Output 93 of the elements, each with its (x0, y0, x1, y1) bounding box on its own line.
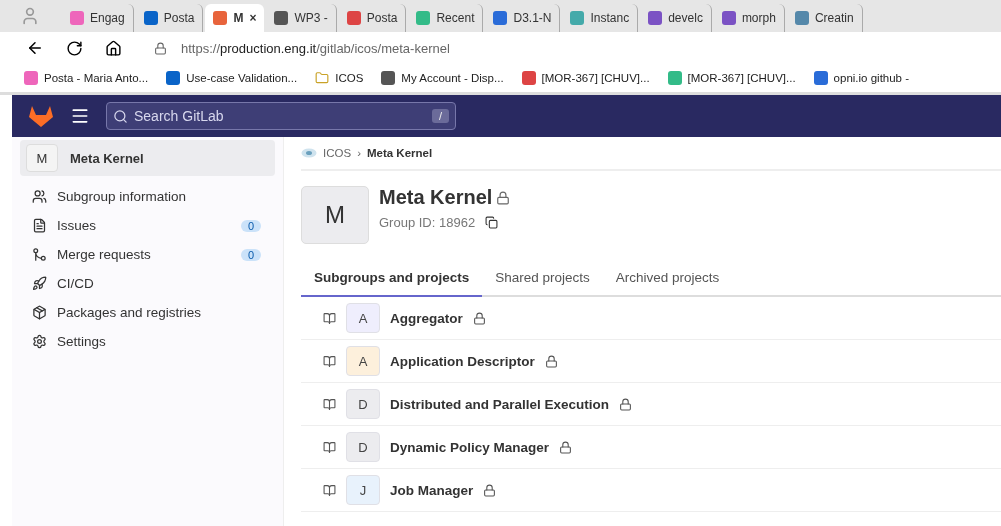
bookmark[interactable]: Use-case Validation... (166, 71, 298, 85)
bookmark[interactable]: [MOR-367] [CHUV]... (667, 71, 796, 85)
sidebar-group[interactable]: M Meta Kernel (20, 140, 275, 176)
menu-icon[interactable] (70, 106, 90, 126)
breadcrumb-current: Meta Kernel (366, 147, 433, 159)
tab[interactable]: Archived projects (602, 259, 733, 297)
url-text: https://production.eng.it/gitlab/icos/meta-kernel (181, 40, 450, 56)
project-name[interactable]: Job Manager (390, 482, 474, 498)
shortcut-key: / (431, 109, 449, 123)
lock-icon (472, 311, 486, 325)
search-icon (113, 108, 128, 124)
site-icon (274, 11, 289, 25)
sidebar-label: Issues (57, 218, 97, 233)
sidebar-item[interactable]: Packages and registries (20, 298, 275, 327)
folder-icon (315, 71, 330, 85)
site-icon (213, 11, 228, 25)
package-icon (32, 305, 47, 320)
site-icon (667, 71, 682, 85)
book-icon (323, 483, 336, 497)
reload-icon[interactable] (66, 39, 83, 57)
project-name[interactable]: Distributed and Parallel Execution (390, 396, 610, 412)
lock-icon (483, 483, 497, 497)
breadcrumb-link[interactable]: ICOS (323, 147, 352, 159)
rocket-icon (32, 276, 47, 291)
bookmark[interactable]: My Account - Disp... (381, 71, 504, 85)
sidebar-item[interactable]: Issues 0 (20, 211, 275, 240)
group-title: Meta Kernel (379, 186, 493, 209)
count-badge: 0 (240, 248, 261, 261)
tab[interactable]: Shared projects (482, 259, 603, 297)
sidebar-item[interactable]: Subgroup information (20, 182, 275, 211)
project-name[interactable]: Dynamic Policy Manager (390, 439, 550, 455)
lock-icon (154, 41, 167, 55)
site-icon (493, 11, 508, 25)
sidebar-label: Settings (57, 334, 106, 349)
lock-icon (544, 354, 558, 368)
browser-tab[interactable]: M × (205, 4, 265, 32)
project-name[interactable]: Aggregator (390, 310, 463, 326)
bookmark[interactable]: opni.io github - (813, 71, 910, 85)
site-icon (24, 71, 38, 85)
address-bar[interactable]: https://production.eng.it/gitlab/icos/meta-kernel (144, 35, 1001, 61)
group-avatar: M (301, 186, 369, 244)
site-icon (143, 11, 158, 25)
site-icon (813, 71, 828, 85)
project-avatar: A (346, 303, 380, 333)
project-avatar: J (346, 475, 380, 505)
lock-icon (559, 440, 573, 454)
count-badge: 0 (240, 219, 261, 232)
group-id: Group ID: 18962 (379, 215, 476, 230)
sidebar-item[interactable]: CI/CD (20, 269, 275, 298)
book-icon (323, 311, 336, 325)
close-button[interactable]: × (249, 11, 257, 25)
book-icon (323, 397, 336, 411)
site-icon (721, 11, 736, 25)
merge-icon (32, 247, 47, 262)
group-avatar: M (26, 144, 58, 172)
site-icon (346, 11, 361, 25)
sidebar-item[interactable]: Settings (20, 327, 275, 356)
search-field[interactable]: Search GitLab / (106, 102, 456, 130)
home-icon[interactable] (105, 39, 122, 57)
sidebar-item[interactable]: Merge requests 0 (20, 240, 275, 269)
sidebar-label: CI/CD (57, 276, 94, 291)
site-icon (70, 11, 84, 25)
settings-icon (32, 334, 47, 349)
bookmark[interactable]: ICOS (315, 71, 364, 85)
fox-logo[interactable] (28, 104, 54, 128)
site-icon (381, 71, 396, 85)
sidebar-label: Merge requests (57, 247, 151, 262)
site-icon (794, 11, 809, 25)
people-icon (32, 189, 47, 204)
site-icon (521, 71, 536, 85)
lock-icon (496, 190, 511, 205)
copy-icon[interactable] (485, 216, 499, 229)
site-icon (416, 11, 431, 25)
book-icon (323, 354, 336, 368)
breadcrumb-separator: › (357, 147, 361, 159)
group-name: Meta Kernel (70, 150, 144, 166)
project-name[interactable]: Application Descriptor (390, 353, 535, 369)
site-icon (570, 11, 585, 25)
document-icon (32, 218, 47, 233)
project-avatar: A (346, 346, 380, 376)
site-icon (648, 11, 663, 25)
book-icon (323, 440, 336, 454)
tab[interactable]: Subgroups and projects (301, 259, 483, 297)
site-icon (166, 71, 181, 85)
sidebar-label: Subgroup information (57, 189, 187, 204)
project-avatar: D (346, 432, 380, 462)
back-icon[interactable] (26, 39, 44, 57)
bookmark[interactable]: Posta - Maria Anto... (24, 71, 149, 85)
group-icon (301, 148, 317, 158)
sidebar-label: Packages and registries (57, 305, 202, 320)
bookmark[interactable]: [MOR-367] [CHUV]... (521, 71, 650, 85)
lock-icon (619, 397, 633, 411)
project-avatar: D (346, 389, 380, 419)
